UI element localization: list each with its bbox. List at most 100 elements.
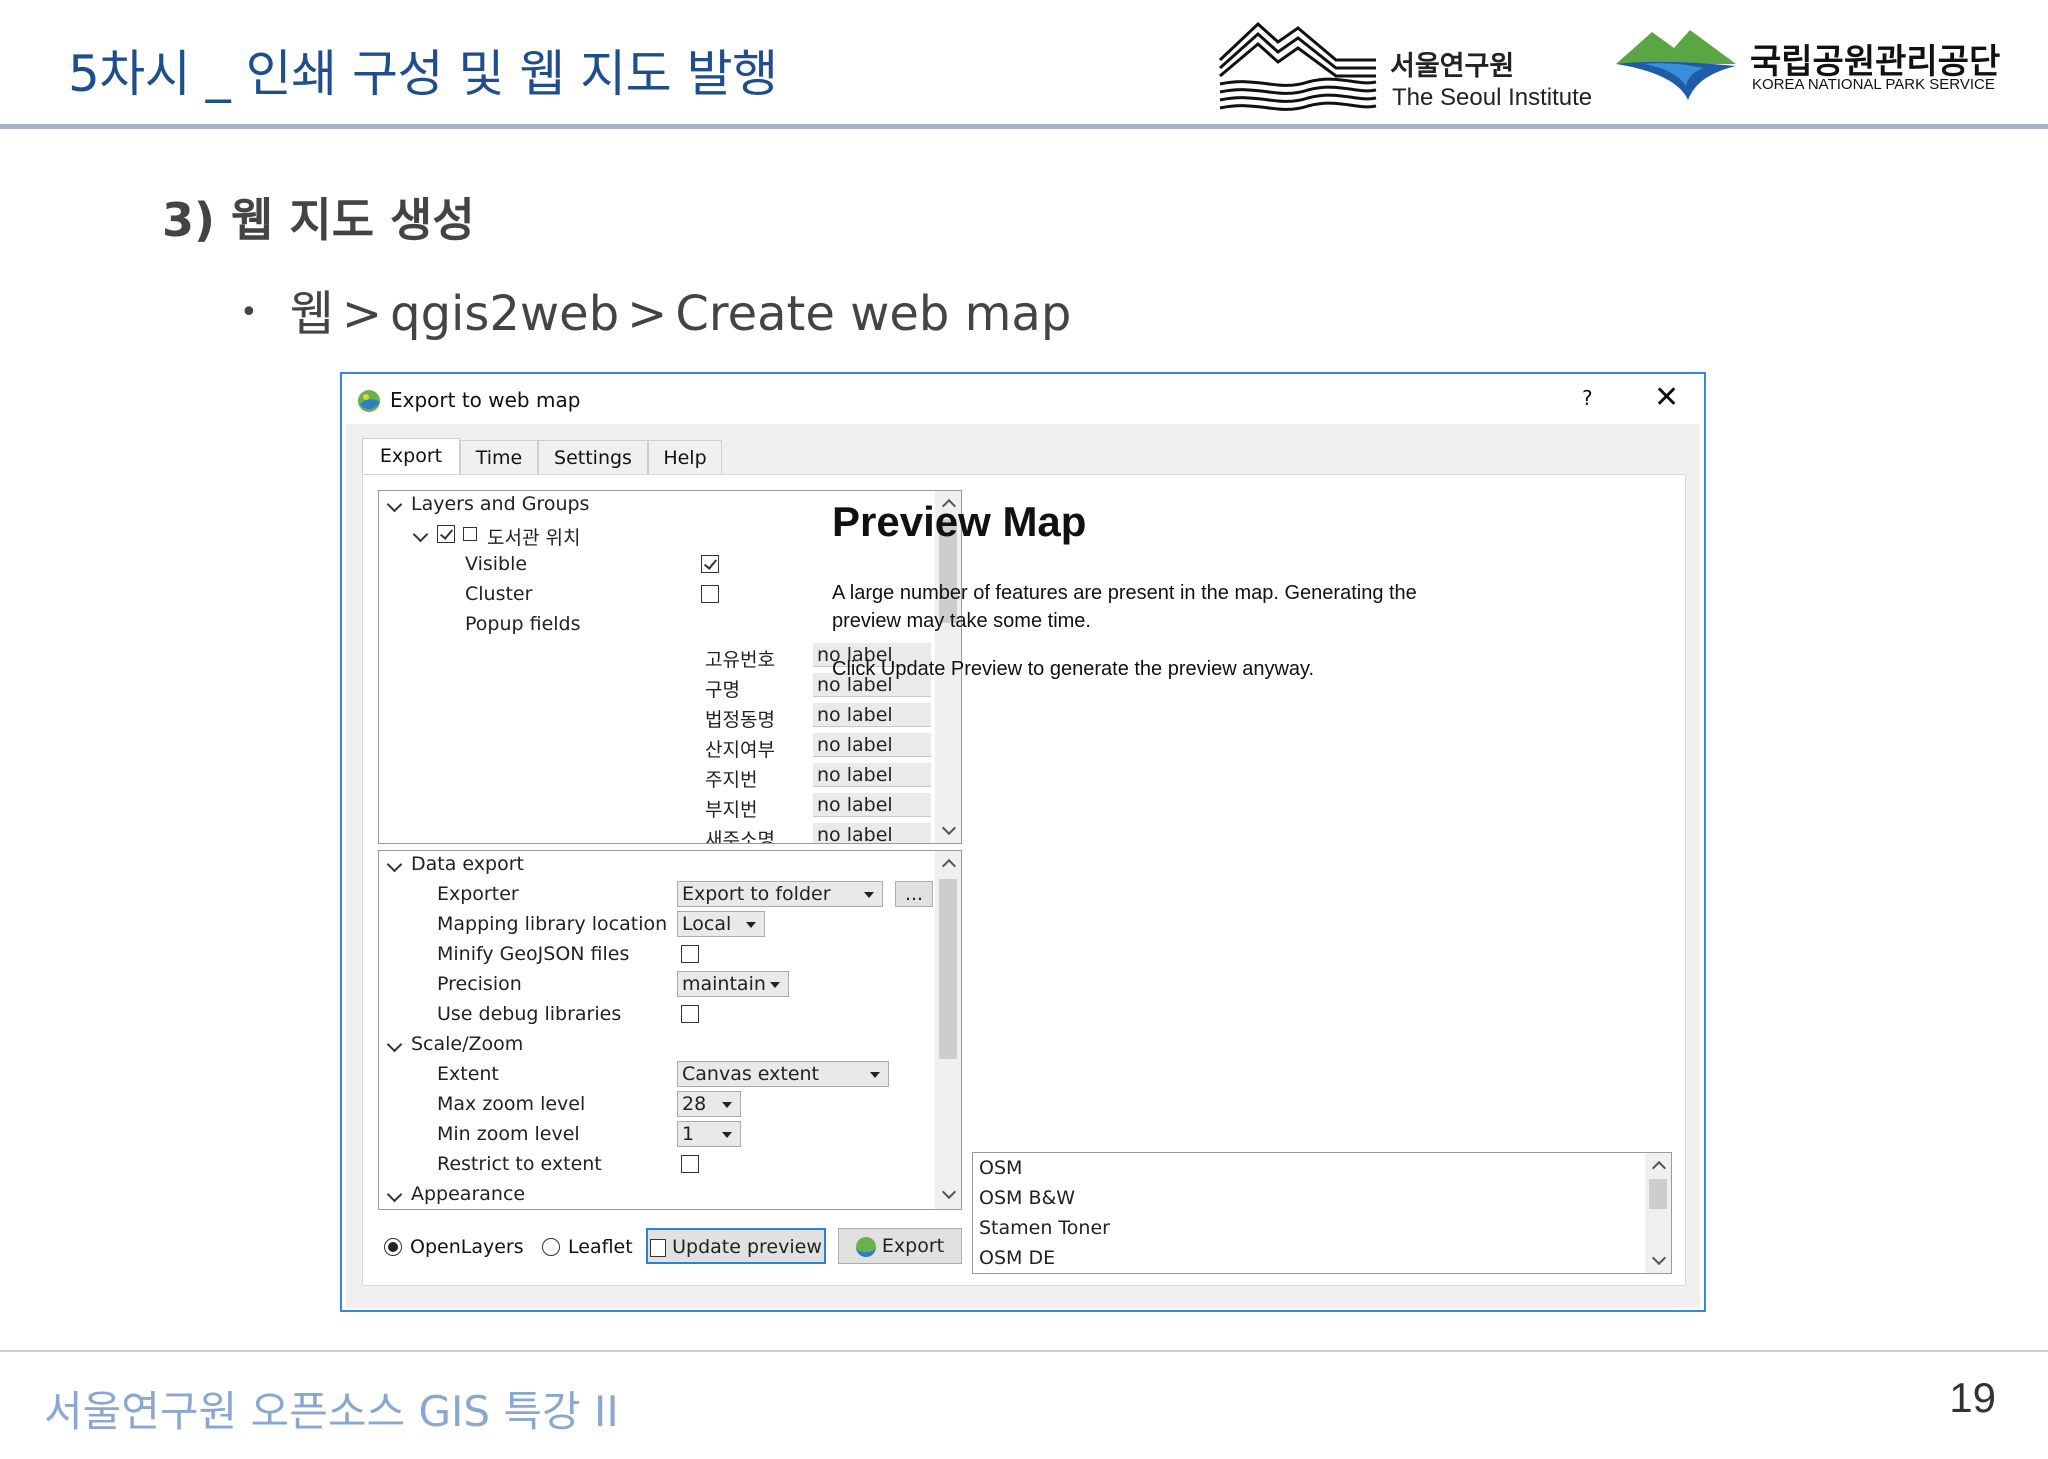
menu-path-separator: > bbox=[341, 286, 383, 342]
tab-settings[interactable]: Settings bbox=[538, 440, 648, 474]
help-button[interactable]: ? bbox=[1582, 386, 1593, 410]
scroll-down-icon[interactable] bbox=[1651, 1250, 1667, 1266]
restrict-extent-label: Restrict to extent bbox=[437, 1153, 602, 1175]
export-web-map-dialog: Export to web map ? ✕ Export Time Settin… bbox=[340, 372, 1706, 1312]
chevron-down-icon[interactable] bbox=[412, 526, 429, 543]
min-zoom-select[interactable]: 1 bbox=[677, 1121, 741, 1147]
leaflet-radio[interactable] bbox=[542, 1238, 560, 1256]
field-label-select[interactable]: no label bbox=[813, 793, 931, 817]
leaflet-label[interactable]: Leaflet bbox=[568, 1236, 633, 1258]
scroll-down-icon[interactable] bbox=[941, 1184, 957, 1200]
scroll-thumb[interactable] bbox=[939, 879, 957, 1059]
basemap-list[interactable]: OSM OSM B&W Stamen Toner OSM DE bbox=[972, 1152, 1672, 1274]
knps-logo-icon bbox=[1616, 30, 1736, 100]
seoul-institute-name-ko: 서울연구원 bbox=[1390, 51, 1515, 82]
close-button[interactable]: ✕ bbox=[1654, 380, 1679, 415]
chevron-down-icon[interactable] bbox=[386, 1186, 403, 1203]
layer-enabled-checkbox[interactable] bbox=[437, 525, 455, 543]
basemap-item[interactable]: Stamen Toner bbox=[979, 1217, 1110, 1239]
qgis2web-icon bbox=[358, 390, 380, 412]
scroll-thumb[interactable] bbox=[1649, 1179, 1667, 1209]
basemap-scrollbar[interactable] bbox=[1645, 1153, 1671, 1273]
extent-select[interactable]: Canvas extent bbox=[677, 1061, 889, 1087]
preview-message-line3: Click Update Preview to generate the pre… bbox=[832, 658, 1315, 680]
precision-select[interactable]: maintain bbox=[677, 971, 789, 997]
preview-message-line2: preview may take some time. bbox=[832, 610, 1091, 632]
menu-path-separator: > bbox=[627, 286, 668, 342]
chevron-down-icon[interactable] bbox=[386, 496, 403, 513]
menu-path-qgis2web: qgis2web bbox=[390, 286, 620, 342]
field-name: 주지번 bbox=[705, 769, 758, 791]
update-preview-icon bbox=[650, 1238, 667, 1257]
basemap-item[interactable]: OSM DE bbox=[979, 1247, 1055, 1269]
debug-libraries-checkbox[interactable] bbox=[681, 1005, 699, 1023]
visible-checkbox[interactable] bbox=[701, 555, 719, 573]
slide-title: 5차시 _ 인쇄 구성 및 웹 지도 발행 bbox=[68, 45, 778, 103]
data-export-scrollbar[interactable] bbox=[935, 851, 961, 1209]
minify-geojson-checkbox[interactable] bbox=[681, 945, 699, 963]
precision-label: Precision bbox=[437, 973, 522, 995]
cluster-checkbox[interactable] bbox=[701, 585, 719, 603]
field-label-select[interactable]: no label bbox=[813, 733, 931, 757]
data-export-panel[interactable]: Data export Exporter Export to folder ..… bbox=[378, 850, 962, 1210]
visible-label: Visible bbox=[465, 553, 528, 575]
field-name: 구명 bbox=[705, 679, 740, 701]
field-label-select[interactable]: no label bbox=[813, 703, 931, 727]
extent-label: Extent bbox=[437, 1063, 499, 1085]
scroll-up-icon[interactable] bbox=[941, 858, 957, 874]
debug-libraries-label: Use debug libraries bbox=[437, 1003, 622, 1025]
data-export-header: Data export bbox=[411, 853, 524, 875]
popup-fields-label: Popup fields bbox=[465, 613, 581, 635]
openlayers-radio[interactable] bbox=[384, 1238, 402, 1256]
scroll-down-icon[interactable] bbox=[941, 820, 957, 836]
min-zoom-label: Min zoom level bbox=[437, 1123, 580, 1145]
preview-message-line1: A large number of features are present i… bbox=[832, 582, 1417, 604]
field-label-select[interactable]: no label bbox=[813, 763, 931, 787]
field-name: 새주소명 bbox=[705, 829, 775, 844]
header-divider bbox=[0, 124, 2048, 129]
appearance-header: Appearance bbox=[411, 1183, 526, 1205]
bullet-dot: • bbox=[240, 295, 258, 330]
tab-time[interactable]: Time bbox=[460, 440, 538, 474]
section-heading: 3) 웹 지도 생성 bbox=[162, 193, 475, 247]
field-label-select[interactable]: no label bbox=[813, 823, 931, 843]
openlayers-label[interactable]: OpenLayers bbox=[410, 1236, 524, 1258]
dialog-title: Export to web map bbox=[390, 388, 581, 412]
minify-geojson-label: Minify GeoJSON files bbox=[437, 943, 630, 965]
basemap-item[interactable]: OSM bbox=[979, 1157, 1022, 1179]
footer-divider bbox=[0, 1350, 2048, 1352]
qgis2web-icon bbox=[855, 1236, 876, 1257]
menu-path-web: 웹 bbox=[289, 286, 334, 342]
footer-course-title: 서울연구원 오픈소스 GIS 특강 II bbox=[44, 1387, 619, 1436]
tab-export[interactable]: Export bbox=[362, 438, 460, 474]
layers-groups-header: Layers and Groups bbox=[411, 493, 590, 515]
tab-help[interactable]: Help bbox=[648, 440, 722, 474]
menu-path-create-web-map: Create web map bbox=[675, 286, 1072, 342]
browse-folder-button[interactable]: ... bbox=[895, 881, 933, 907]
seoul-institute-logo-icon bbox=[1218, 21, 1377, 111]
mapping-library-select[interactable]: Local bbox=[677, 911, 765, 937]
exporter-select[interactable]: Export to folder bbox=[677, 881, 883, 907]
knps-name-en: KOREA NATIONAL PARK SERVICE bbox=[1752, 76, 1995, 93]
basemap-item[interactable]: OSM B&W bbox=[979, 1187, 1075, 1209]
layer-name: 도서관 위치 bbox=[487, 527, 581, 549]
field-name: 부지번 bbox=[705, 799, 758, 821]
field-name: 법정동명 bbox=[705, 709, 775, 731]
chevron-down-icon[interactable] bbox=[386, 856, 403, 873]
preview-title: Preview Map bbox=[832, 498, 1087, 545]
chevron-down-icon[interactable] bbox=[386, 1036, 403, 1053]
update-preview-label: Update preview bbox=[672, 1236, 822, 1258]
export-button-label: Export bbox=[881, 1235, 945, 1257]
max-zoom-select[interactable]: 28 bbox=[677, 1091, 741, 1117]
max-zoom-label: Max zoom level bbox=[437, 1093, 586, 1115]
field-name: 고유번호 bbox=[705, 649, 775, 671]
scroll-up-icon[interactable] bbox=[1651, 1160, 1667, 1176]
scale-zoom-header: Scale/Zoom bbox=[411, 1033, 524, 1055]
export-button[interactable]: Export bbox=[838, 1228, 962, 1264]
update-preview-button[interactable]: Update preview bbox=[646, 1228, 826, 1264]
restrict-extent-checkbox[interactable] bbox=[681, 1155, 699, 1173]
cluster-label: Cluster bbox=[465, 583, 533, 605]
page-number: 19 bbox=[1949, 1374, 1996, 1421]
field-name: 산지여부 bbox=[705, 739, 775, 761]
seoul-institute-name-en: The Seoul Institute bbox=[1392, 84, 1593, 111]
